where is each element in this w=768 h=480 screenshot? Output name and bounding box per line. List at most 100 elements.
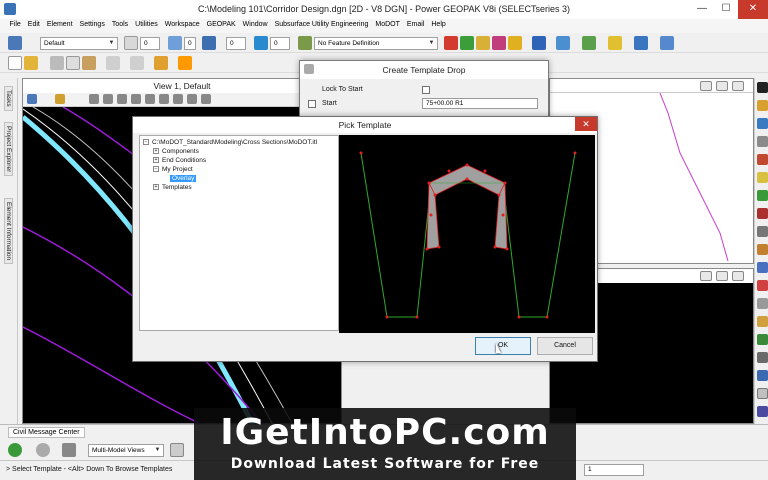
snap-icon[interactable] [634, 36, 648, 50]
menu-settings[interactable]: Settings [76, 19, 108, 33]
measure-tool-icon[interactable] [757, 262, 768, 273]
window-area-icon[interactable] [131, 94, 141, 104]
expand-icon[interactable]: + [153, 184, 159, 191]
stack-icon[interactable] [608, 36, 622, 50]
minimize-button[interactable]: — [690, 0, 714, 19]
tree-item-my-project[interactable]: − My Project [153, 166, 193, 173]
menu-edit[interactable]: Edit [24, 19, 43, 33]
corridor-tool-icon[interactable] [757, 352, 768, 363]
view-next-icon[interactable] [201, 94, 211, 104]
forward-icon[interactable] [36, 443, 50, 457]
menu-help[interactable]: Help [428, 19, 449, 33]
tab-tasks[interactable]: Tasks [4, 86, 13, 111]
model-views-combo[interactable]: Multi-Model Views ▼ [88, 444, 164, 457]
color-icon[interactable] [124, 36, 138, 50]
zoom-out-icon[interactable] [117, 94, 127, 104]
copy-icon[interactable] [66, 56, 80, 70]
cancel-button[interactable]: Cancel [537, 337, 593, 355]
level-manager-icon[interactable] [8, 36, 22, 50]
expand-icon[interactable]: + [153, 157, 159, 164]
grip-icon[interactable] [304, 64, 314, 74]
civil-message-center-tab[interactable]: Civil Message Center [8, 427, 85, 438]
menu-email[interactable]: Email [403, 19, 428, 33]
tab-project-explorer[interactable]: Project Explorer [4, 122, 13, 177]
paste-icon[interactable] [82, 56, 96, 70]
selection-icon[interactable] [532, 36, 546, 50]
menu-geopak[interactable]: GEOPAK [203, 19, 239, 33]
report-tool-icon[interactable] [757, 406, 768, 417]
cut-icon[interactable] [50, 56, 64, 70]
select-arrow-icon[interactable] [757, 82, 768, 93]
collapse-icon[interactable]: − [143, 139, 149, 146]
tree-item-templates[interactable]: + Templates [153, 184, 192, 191]
new-file-icon[interactable] [8, 56, 22, 70]
menu-file[interactable]: File [6, 19, 24, 33]
rotate-view-icon[interactable] [159, 94, 169, 104]
open-folder-icon[interactable] [24, 56, 38, 70]
level-combo[interactable]: Default ▼ [40, 37, 118, 50]
collapse-icon[interactable]: − [153, 166, 159, 173]
weight-icon[interactable] [168, 36, 182, 50]
cell-tool-icon[interactable] [757, 190, 768, 201]
tree-item-components[interactable]: + Components [153, 148, 199, 155]
delete-tool-icon[interactable] [757, 208, 768, 219]
lock-icon[interactable] [508, 36, 522, 50]
view-previous-icon[interactable] [187, 94, 197, 104]
feature-definition-combo[interactable]: No Feature Definition ▼ [314, 37, 438, 50]
active-level-box[interactable]: 1 [584, 464, 644, 476]
menu-subsurface[interactable]: Subsurface Utility Engineering [271, 19, 372, 33]
text-tool-icon[interactable] [757, 154, 768, 165]
lock-to-start-checkbox[interactable] [422, 86, 430, 94]
menu-window[interactable]: Window [239, 19, 271, 33]
transparency-icon[interactable] [254, 36, 268, 50]
views-icon[interactable] [170, 443, 184, 457]
tree-item-overlay[interactable]: Overlay [170, 175, 197, 182]
menu-workspace[interactable]: Workspace [161, 19, 203, 33]
menu-tools[interactable]: Tools [108, 19, 131, 33]
tab-element-information[interactable]: Element Information [4, 198, 13, 265]
help-icon[interactable] [178, 56, 192, 70]
copy-icon[interactable] [556, 36, 570, 50]
manipulate-tool-icon[interactable] [757, 316, 768, 327]
print-icon[interactable] [154, 56, 168, 70]
magic-wand-icon[interactable] [492, 36, 506, 50]
tree-root[interactable]: − C:\MoDOT_Standard\Modeling\Cross Sectio… [143, 139, 317, 146]
pick-template-close-button[interactable]: ✕ [575, 117, 597, 131]
update-view-icon[interactable] [89, 94, 99, 104]
terrain-tool-icon[interactable] [757, 334, 768, 345]
view-attributes-icon[interactable] [27, 94, 37, 104]
view-minimize-icon[interactable] [700, 81, 712, 91]
dimension-tool-icon[interactable] [757, 280, 768, 291]
close-button[interactable]: ✕ [738, 0, 768, 19]
menu-modot[interactable]: MoDOT [372, 19, 404, 33]
tree-item-end-conditions[interactable]: + End Conditions [153, 157, 206, 164]
paint-icon[interactable] [444, 36, 458, 50]
brush-icon[interactable] [460, 36, 474, 50]
line-tool-icon[interactable] [757, 100, 768, 111]
maximize-button[interactable]: ☐ [714, 0, 738, 19]
menu-element[interactable]: Element [43, 19, 76, 33]
zoom-in-icon[interactable] [103, 94, 113, 104]
view-maximize-icon[interactable] [716, 271, 728, 281]
menu-utilities[interactable]: Utilities [132, 19, 162, 33]
polygon-tool-icon[interactable] [757, 136, 768, 147]
view-close-icon[interactable] [732, 271, 744, 281]
feature-icon[interactable] [298, 36, 312, 50]
template-tool-icon[interactable] [757, 370, 768, 381]
layers-icon[interactable] [582, 36, 596, 50]
fence-tool-icon[interactable] [757, 172, 768, 183]
weight-combo[interactable]: 0 [184, 37, 196, 50]
view-groups-icon[interactable] [62, 443, 76, 457]
fit-view-icon[interactable] [145, 94, 155, 104]
back-icon[interactable] [8, 443, 22, 457]
modify-tool-icon[interactable] [757, 244, 768, 255]
display-style-icon[interactable] [55, 94, 65, 104]
arc-tool-icon[interactable] [757, 118, 768, 129]
template-tree[interactable]: − C:\MoDOT_Standard\Modeling\Cross Sectio… [139, 135, 339, 331]
color-combo[interactable]: 0 [140, 37, 160, 50]
bus-icon[interactable] [757, 388, 768, 399]
view-minimize-icon[interactable] [700, 271, 712, 281]
start-input[interactable]: 75+00.00 R1 [422, 98, 538, 109]
pencil-icon[interactable] [476, 36, 490, 50]
drop-tool-icon[interactable] [757, 298, 768, 309]
